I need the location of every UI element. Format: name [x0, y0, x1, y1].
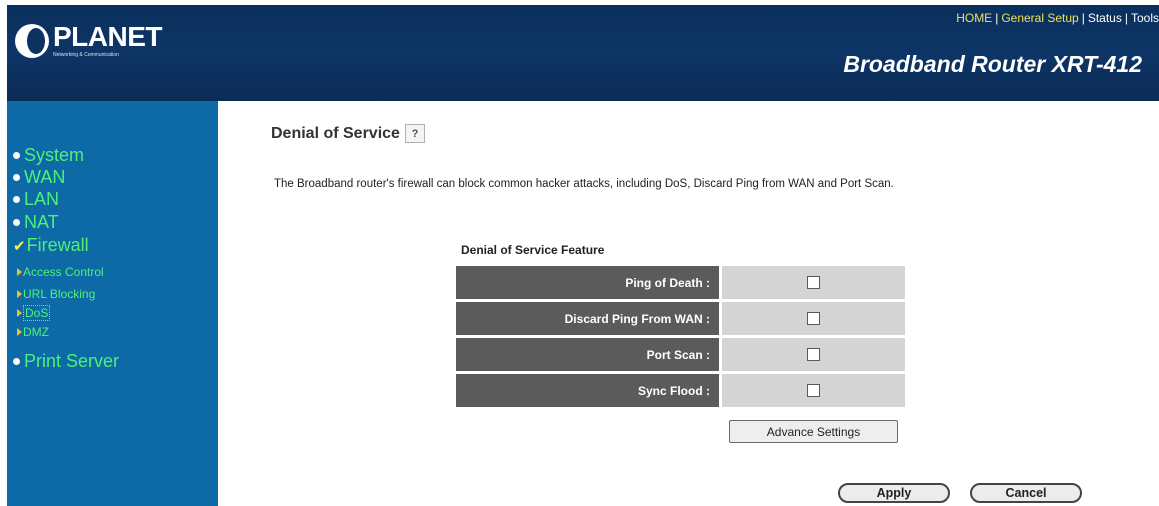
cancel-button[interactable]: Cancel — [970, 483, 1082, 503]
sidebar-subitem-dos[interactable]: DoS — [17, 305, 51, 321]
table-row: Discard Ping From WAN : — [456, 302, 905, 335]
planet-logo: PLANET Networking & Communication — [15, 21, 163, 58]
sidebar-subitem-label: DMZ — [23, 325, 49, 339]
bullet-icon — [13, 174, 20, 181]
sidebar-subitem-url-blocking[interactable]: URL Blocking — [17, 287, 95, 301]
sidebar-item-label: Firewall — [26, 235, 89, 255]
table-row: Ping of Death : — [456, 266, 905, 299]
logo-tagline: Networking & Communication — [53, 52, 119, 58]
sidebar-item-label: LAN — [24, 189, 60, 209]
top-link-separator: | — [995, 11, 999, 25]
top-link-general-setup[interactable]: General Setup — [1001, 11, 1078, 25]
feature-label: Sync Flood : — [456, 374, 719, 407]
planet-logo-icon — [15, 23, 49, 58]
top-link-status[interactable]: Status — [1088, 11, 1122, 25]
page-title-text: Denial of Service — [271, 124, 400, 142]
feature-label: Port Scan : — [456, 338, 719, 371]
sidebar-subitem-access-control[interactable]: Access Control — [17, 265, 104, 279]
top-link-tools[interactable]: Tools — [1131, 11, 1159, 25]
feature-section-title: Denial of Service Feature — [461, 243, 605, 257]
table-row: Port Scan : — [456, 338, 905, 371]
bullet-icon — [13, 219, 20, 226]
sidebar-item-system[interactable]: System — [13, 145, 84, 166]
bullet-icon — [13, 152, 20, 159]
sidebar-item-print-server[interactable]: Print Server — [13, 351, 119, 372]
logo-text: PLANET — [53, 21, 163, 52]
top-link-home[interactable]: HOME — [956, 11, 992, 25]
sidebar-item-nat[interactable]: NAT — [13, 212, 59, 233]
sidebar-item-lan[interactable]: LAN — [13, 189, 59, 210]
apply-button[interactable]: Apply — [838, 483, 950, 503]
arrow-right-icon — [17, 290, 22, 298]
arrow-right-icon — [17, 328, 22, 336]
checkmark-icon: ✔ — [13, 237, 26, 255]
sidebar-item-label: Print Server — [24, 351, 120, 371]
advance-settings-button[interactable]: Advance Settings — [729, 420, 898, 443]
feature-label: Discard Ping From WAN : — [456, 302, 719, 335]
sidebar-subitem-label: URL Blocking — [23, 287, 96, 301]
feature-table: Ping of Death : Discard Ping From WAN : … — [456, 266, 905, 410]
page-description: The Broadband router's firewall can bloc… — [274, 178, 894, 190]
sidebar-subitem-label: Access Control — [23, 265, 104, 279]
arrow-right-icon — [17, 309, 22, 317]
bullet-icon — [13, 196, 20, 203]
top-link-separator: | — [1081, 11, 1085, 25]
ping-of-death-checkbox[interactable] — [807, 276, 820, 289]
table-row: Sync Flood : — [456, 374, 905, 407]
port-scan-checkbox[interactable] — [807, 348, 820, 361]
sidebar-subitem-dmz[interactable]: DMZ — [17, 325, 49, 339]
bullet-icon — [13, 358, 20, 365]
sidebar-subitem-label: DoS — [23, 305, 51, 321]
top-link-separator: | — [1124, 11, 1128, 25]
product-name: Broadband Router XRT-412 — [843, 51, 1142, 77]
feature-label: Ping of Death : — [456, 266, 719, 299]
header-banner: PLANET Networking & Communication HOME | G… — [7, 5, 1159, 101]
page-title: Denial of Service ? — [271, 124, 425, 143]
sidebar-item-label: WAN — [24, 167, 66, 187]
sync-flood-checkbox[interactable] — [807, 384, 820, 397]
help-icon[interactable]: ? — [404, 124, 425, 143]
discard-ping-from-wan-checkbox[interactable] — [807, 312, 820, 325]
sidebar-item-wan[interactable]: WAN — [13, 167, 65, 188]
sidebar-item-label: System — [24, 145, 85, 165]
arrow-right-icon — [17, 268, 22, 276]
sidebar: System WAN LAN NAT ✔ Firewall Access Con… — [7, 101, 218, 506]
top-nav: HOME | General Setup | Status | Tools — [956, 11, 1159, 25]
sidebar-item-firewall[interactable]: ✔ Firewall — [13, 235, 89, 256]
sidebar-item-label: NAT — [24, 212, 59, 232]
